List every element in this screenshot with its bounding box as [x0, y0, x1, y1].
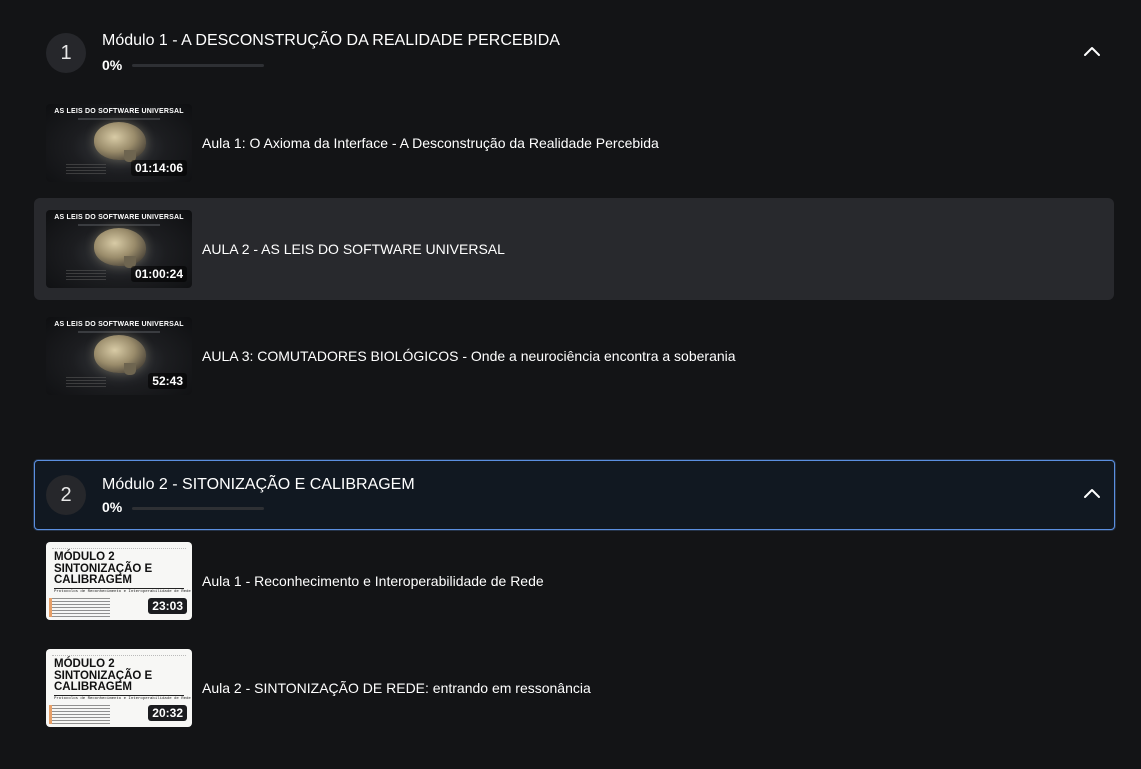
module-number-badge: 1 — [46, 33, 86, 73]
lesson-title: Aula 2 - SINTONIZAÇÃO DE REDE: entrando … — [202, 680, 591, 696]
module-progress-bar — [132, 64, 264, 67]
lesson-thumbnail: AS LEIS DO SOFTWARE UNIVERSAL 01:14:06 — [46, 104, 192, 182]
lesson-row[interactable]: AS LEIS DO SOFTWARE UNIVERSAL 52:43 AULA… — [34, 305, 1114, 407]
lesson-row[interactable]: MÓDULO 2 SINTONIZAÇÃO E CALIBRAGEM Proto… — [34, 637, 1114, 739]
thumbnail-title: AS LEIS DO SOFTWARE UNIVERSAL — [54, 321, 184, 328]
brain-image — [94, 122, 146, 162]
lesson-thumbnail: MÓDULO 2 SINTONIZAÇÃO E CALIBRAGEM Proto… — [46, 542, 192, 620]
lesson-thumbnail: MÓDULO 2 SINTONIZAÇÃO E CALIBRAGEM Proto… — [46, 649, 192, 727]
brain-image — [94, 228, 146, 268]
lesson-duration: 20:32 — [148, 705, 187, 721]
module-number-badge: 2 — [46, 475, 86, 515]
module-title: Módulo 1 - A DESCONSTRUÇÃO DA REALIDADE … — [102, 32, 560, 49]
thumbnail-title: MÓDULO 2 SINTONIZAÇÃO E CALIBRAGEM — [54, 551, 153, 586]
lesson-row[interactable]: AS LEIS DO SOFTWARE UNIVERSAL 01:14:06 A… — [34, 92, 1114, 194]
module-title: Módulo 2 - SITONIZAÇÃO E CALIBRAGEM — [102, 476, 415, 493]
lesson-title: AULA 2 - AS LEIS DO SOFTWARE UNIVERSAL — [202, 241, 505, 257]
chevron-up-icon[interactable] — [1083, 485, 1101, 503]
lesson-title: Aula 1: O Axioma da Interface - A Descon… — [202, 135, 659, 151]
module-progress-label: 0% — [102, 57, 123, 73]
chevron-up-icon[interactable] — [1083, 43, 1101, 61]
module-progress-label: 0% — [102, 499, 123, 515]
lesson-title: AULA 3: COMUTADORES BIOLÓGICOS - Onde a … — [202, 348, 736, 364]
module-1-header[interactable]: 1 Módulo 1 - A DESCONSTRUÇÃO DA REALIDAD… — [34, 18, 1115, 88]
lesson-row-selected[interactable]: AS LEIS DO SOFTWARE UNIVERSAL 01:00:24 A… — [34, 198, 1114, 300]
module-2-header[interactable]: 2 Módulo 2 - SITONIZAÇÃO E CALIBRAGEM 0% — [34, 460, 1115, 530]
thumbnail-title: AS LEIS DO SOFTWARE UNIVERSAL — [54, 214, 184, 221]
lesson-duration: 23:03 — [148, 598, 187, 614]
thumbnail-title: MÓDULO 2 SINTONIZAÇÃO E CALIBRAGEM — [54, 658, 153, 693]
thumbnail-subtitle: Protocolos de Reconhecimento e Interoper… — [54, 590, 191, 594]
lesson-thumbnail: AS LEIS DO SOFTWARE UNIVERSAL 52:43 — [46, 317, 192, 395]
lesson-thumbnail: AS LEIS DO SOFTWARE UNIVERSAL 01:00:24 — [46, 210, 192, 288]
module-progress-bar — [132, 507, 264, 510]
lesson-duration: 01:14:06 — [130, 160, 187, 176]
lesson-duration: 01:00:24 — [130, 266, 187, 282]
thumbnail-subtitle: Protocolos de Reconhecimento e Interoper… — [54, 697, 191, 701]
thumbnail-title: AS LEIS DO SOFTWARE UNIVERSAL — [54, 108, 184, 115]
lesson-title: Aula 1 - Reconhecimento e Interoperabili… — [202, 573, 544, 589]
lesson-duration: 52:43 — [148, 373, 187, 389]
lesson-row[interactable]: MÓDULO 2 SINTONIZAÇÃO E CALIBRAGEM Proto… — [34, 530, 1114, 632]
brain-image — [94, 335, 146, 375]
